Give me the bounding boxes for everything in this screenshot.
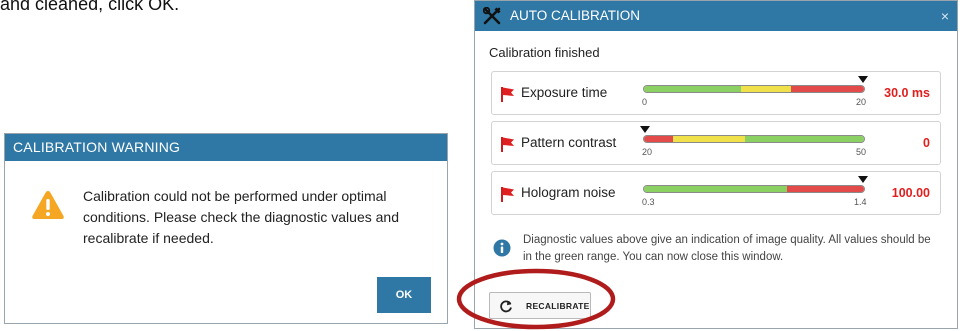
- gauge-segment: [787, 186, 864, 192]
- metric-value: 30.0 ms: [884, 86, 930, 100]
- gauge-segment: [745, 136, 864, 142]
- diagnostic-info-text: Diagnostic values above give an indicati…: [523, 234, 931, 263]
- metric-gauge-track: [643, 135, 865, 143]
- gauge-segment: [791, 86, 864, 92]
- recalibrate-button[interactable]: RECALIBRATE: [489, 292, 591, 319]
- instruction-caption: and cleaned, click OK.: [0, 0, 180, 14]
- red-flag-icon: [501, 187, 514, 202]
- gauge-segment: [740, 86, 792, 92]
- auto-calibration-titlebar: AUTO CALIBRATION ×: [475, 1, 957, 31]
- gauge-segment: [644, 86, 741, 92]
- close-icon[interactable]: ×: [941, 1, 949, 31]
- auto-calibration-dialog: AUTO CALIBRATION × Calibration finished …: [474, 0, 958, 329]
- metric-gauge-marker: [857, 176, 868, 183]
- metric-label: Exposure time: [521, 85, 608, 100]
- red-flag-icon: [501, 87, 514, 102]
- metric-label: Pattern contrast: [521, 135, 617, 150]
- metric-min-label: 0.3: [642, 197, 655, 207]
- auto-calibration-title: AUTO CALIBRATION: [510, 8, 641, 23]
- info-icon: [493, 239, 511, 257]
- metric-max-label: 1.4: [854, 197, 867, 207]
- gauge-segment: [672, 136, 746, 142]
- metric-row-pattern-contrast: Pattern contrast 20 50 0: [491, 121, 941, 165]
- metric-min-label: 20: [642, 147, 653, 157]
- metric-row-hologram-noise: Hologram noise 0.3 1.4 100.00: [491, 171, 941, 215]
- metric-label: Hologram noise: [521, 185, 616, 200]
- metric-gauge-marker: [857, 76, 868, 83]
- metric-gauge-track: [643, 185, 865, 193]
- calibration-warning-dialog: CALIBRATION WARNING Calibration could no…: [4, 133, 448, 324]
- metric-min-label: 0: [642, 97, 648, 107]
- metric-gauge-track: [643, 85, 865, 93]
- metric-value: 0: [923, 136, 930, 150]
- metric-max-label: 20: [856, 97, 867, 107]
- tools-icon: [483, 7, 501, 25]
- refresh-icon: [500, 300, 512, 313]
- recalibrate-label: RECALIBRATE: [526, 301, 590, 311]
- warning-message: Calibration could not be performed under…: [83, 188, 399, 246]
- metric-gauge-marker: [640, 126, 651, 133]
- metric-row-exposure-time: Exposure time 0 20 30.0 ms: [491, 71, 941, 115]
- gauge-segment: [644, 186, 787, 192]
- calibration-status: Calibration finished: [489, 45, 600, 60]
- ok-button[interactable]: OK: [377, 277, 431, 313]
- metric-max-label: 50: [856, 147, 867, 157]
- warning-dialog-title: CALIBRATION WARNING: [5, 134, 447, 161]
- warning-triangle-icon: [32, 191, 64, 219]
- red-flag-icon: [501, 137, 514, 152]
- gauge-segment: [644, 136, 673, 142]
- metric-value: 100.00: [891, 186, 930, 200]
